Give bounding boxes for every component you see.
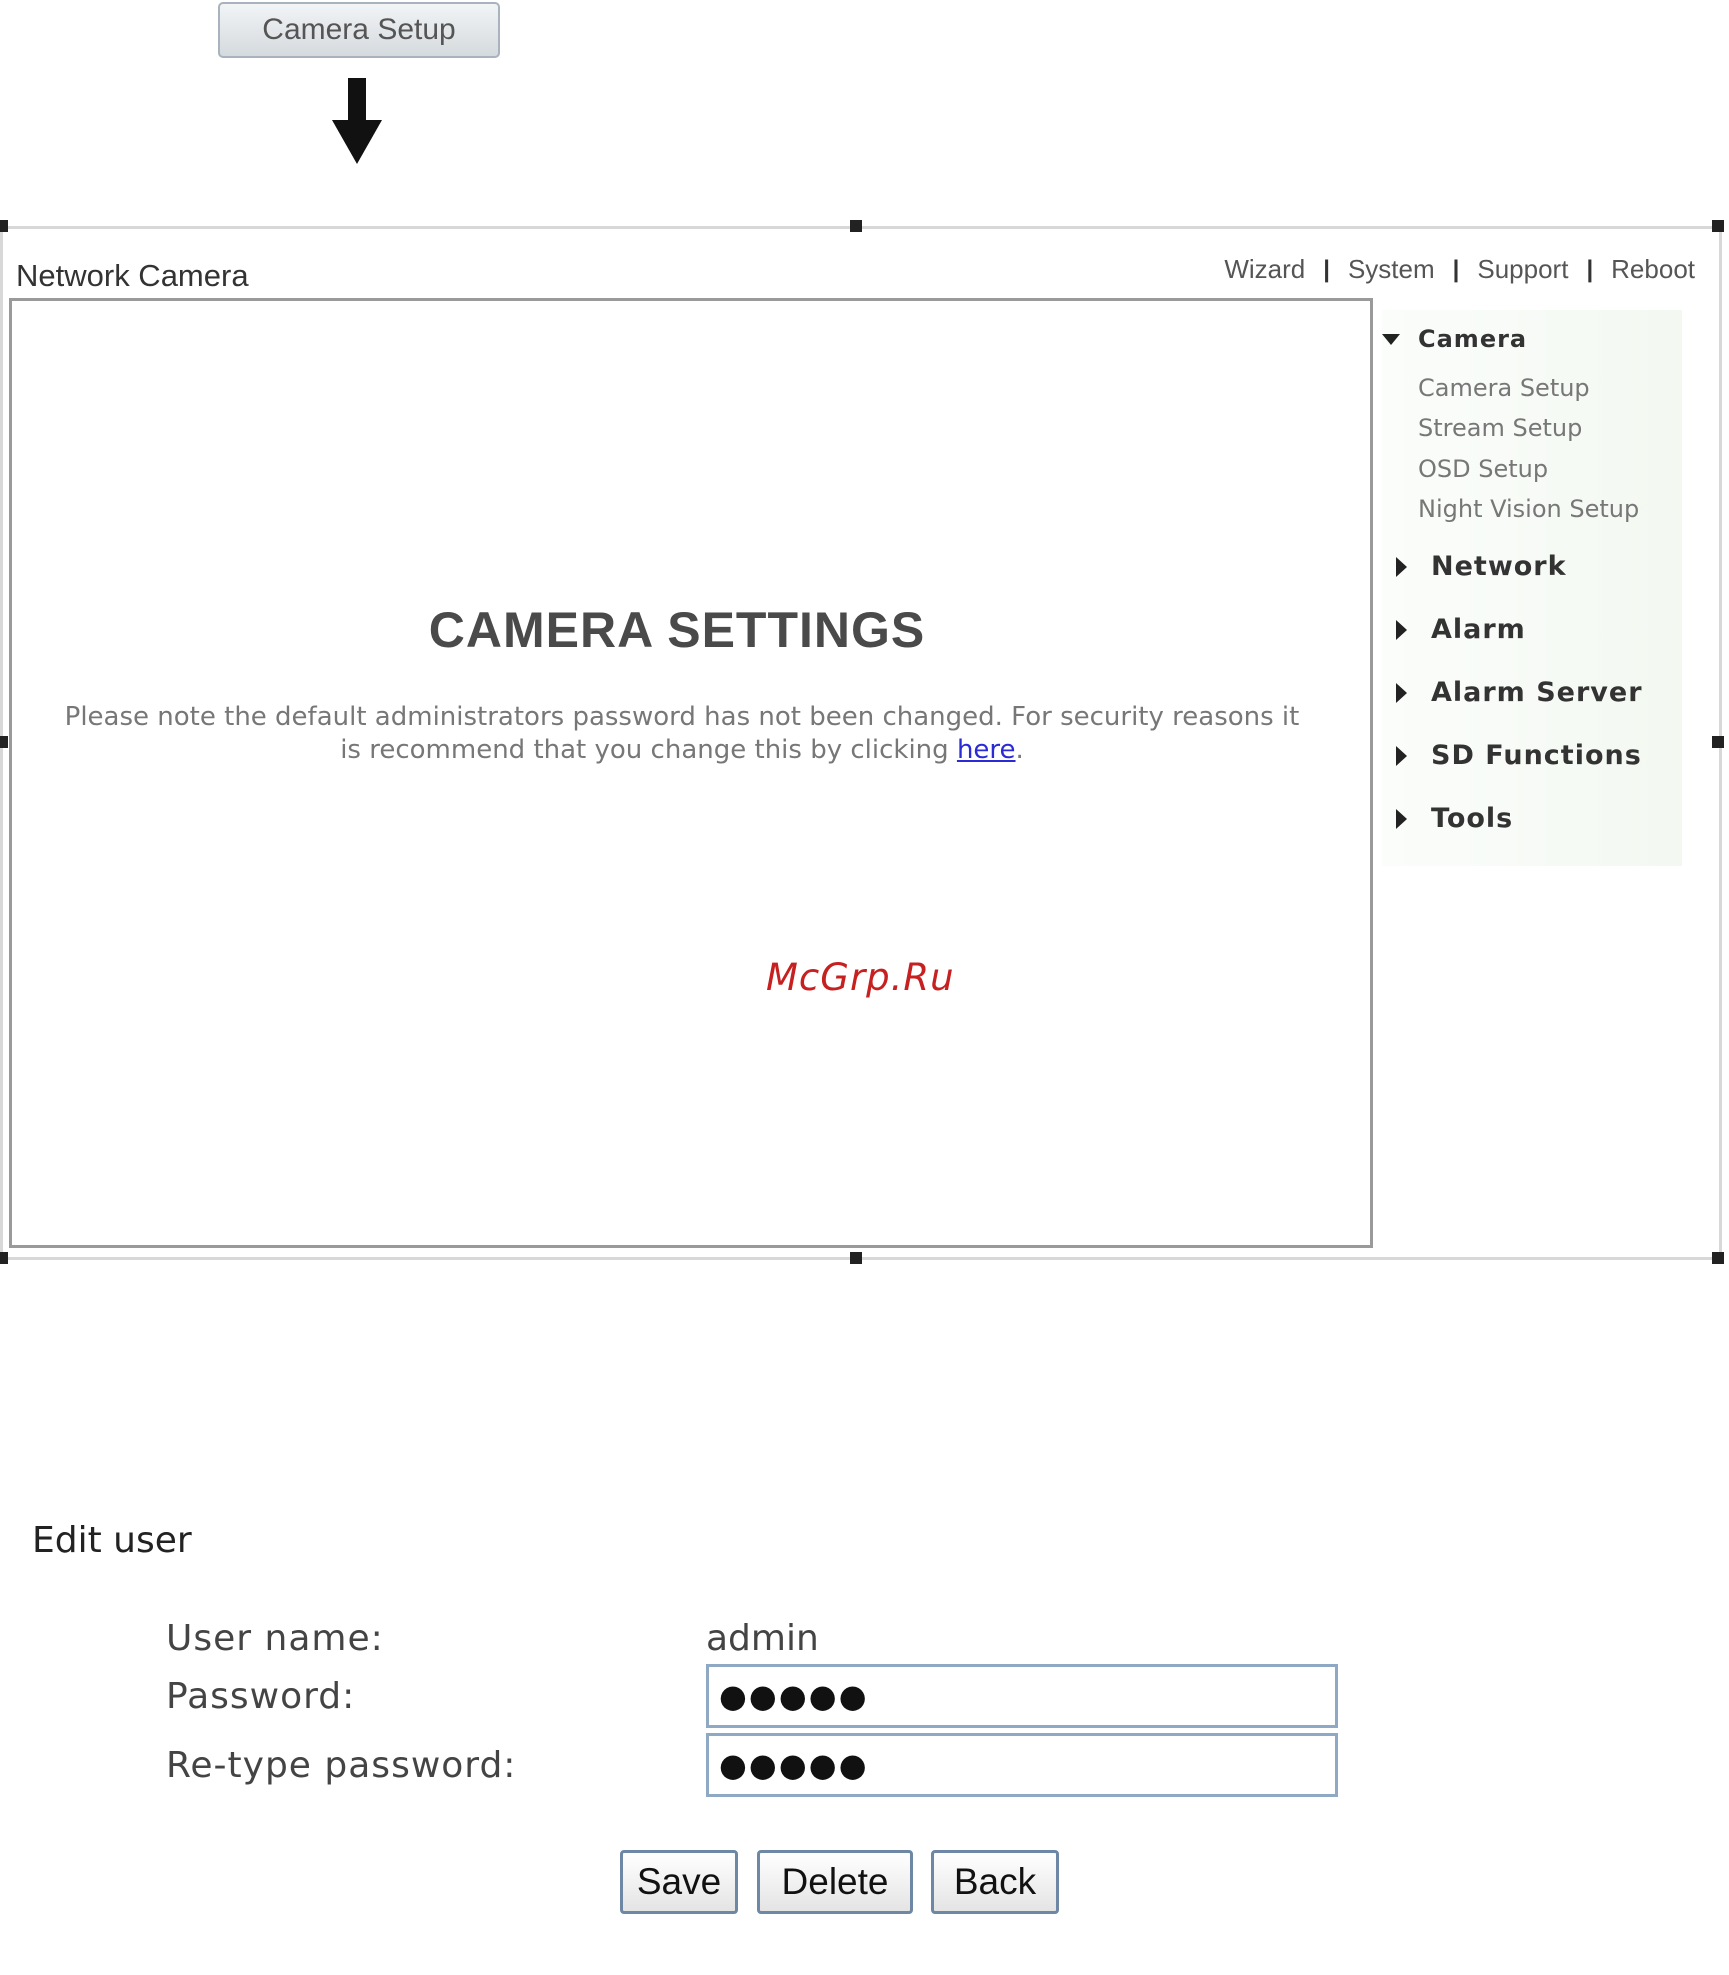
arrow-down-icon — [332, 78, 382, 164]
resize-handle — [0, 736, 8, 748]
edit-user-heading: Edit user — [32, 1520, 192, 1561]
triangle-right-icon — [1396, 745, 1407, 766]
resize-handle — [0, 1252, 8, 1264]
password-field[interactable]: ●●●●● — [706, 1664, 1338, 1728]
menu-item-camera-setup[interactable]: Camera Setup — [1418, 374, 1590, 402]
menu-section-alarm-server[interactable]: Alarm Server — [1396, 677, 1643, 708]
nav-separator: | — [1323, 255, 1330, 283]
username-label: User name: — [166, 1618, 384, 1659]
menu-section-tools[interactable]: Tools — [1396, 803, 1513, 834]
nav-support-link[interactable]: Support — [1477, 254, 1568, 285]
change-password-link[interactable]: here — [957, 735, 1016, 765]
resize-handle — [850, 1252, 862, 1264]
resize-handle — [0, 220, 8, 232]
resize-handle — [1712, 220, 1724, 232]
camera-setup-button[interactable]: Camera Setup — [218, 2, 500, 58]
menu-section-label: Camera — [1418, 325, 1528, 353]
password-label: Password: — [166, 1676, 356, 1717]
main-content-panel: CAMERA SETTINGS Please note the default … — [9, 298, 1373, 1248]
menu-item-night-vision-setup[interactable]: Night Vision Setup — [1418, 495, 1639, 523]
retype-password-label: Re-type password: — [166, 1745, 517, 1786]
notice-text: Please note the default administrators p… — [64, 702, 1300, 765]
nav-wizard-link[interactable]: Wizard — [1224, 254, 1305, 285]
menu-section-sd-functions[interactable]: SD Functions — [1396, 740, 1642, 771]
nav-reboot-link[interactable]: Reboot — [1611, 254, 1695, 285]
menu-item-osd-setup[interactable]: OSD Setup — [1418, 455, 1548, 483]
resize-handle — [1712, 736, 1724, 748]
menu-section-camera[interactable]: Camera — [1382, 325, 1527, 353]
menu-section-label: Network — [1431, 551, 1567, 582]
menu-section-network[interactable]: Network — [1396, 551, 1567, 582]
app-title: Network Camera — [16, 258, 249, 293]
triangle-right-icon — [1396, 808, 1407, 829]
nav-separator: | — [1452, 255, 1460, 283]
triangle-down-icon — [1382, 333, 1400, 345]
retype-password-field[interactable]: ●●●●● — [706, 1733, 1338, 1797]
menu-section-label: Alarm Server — [1431, 677, 1643, 708]
menu-section-alarm[interactable]: Alarm — [1396, 614, 1526, 645]
watermark: McGrp.Ru — [766, 956, 955, 999]
top-navigation: Wizard | System | Support | Reboot — [1224, 254, 1695, 285]
nav-separator: | — [1586, 255, 1594, 283]
back-button[interactable]: Back — [931, 1850, 1059, 1914]
resize-handle — [850, 220, 862, 232]
menu-section-label: Alarm — [1431, 614, 1526, 645]
notice-period: . — [1015, 735, 1024, 765]
menu-section-label: SD Functions — [1431, 740, 1642, 771]
page-title: CAMERA SETTINGS — [428, 602, 926, 658]
password-notice: Please note the default administrators p… — [62, 701, 1302, 767]
menu-section-label: Tools — [1431, 803, 1514, 834]
triangle-right-icon — [1396, 619, 1407, 640]
resize-handle — [1712, 1252, 1724, 1264]
save-button[interactable]: Save — [620, 1850, 738, 1914]
username-value: admin — [706, 1618, 819, 1659]
triangle-right-icon — [1396, 556, 1407, 577]
triangle-right-icon — [1396, 682, 1407, 703]
delete-button[interactable]: Delete — [757, 1850, 913, 1914]
menu-item-stream-setup[interactable]: Stream Setup — [1418, 414, 1582, 442]
nav-system-link[interactable]: System — [1348, 254, 1435, 285]
